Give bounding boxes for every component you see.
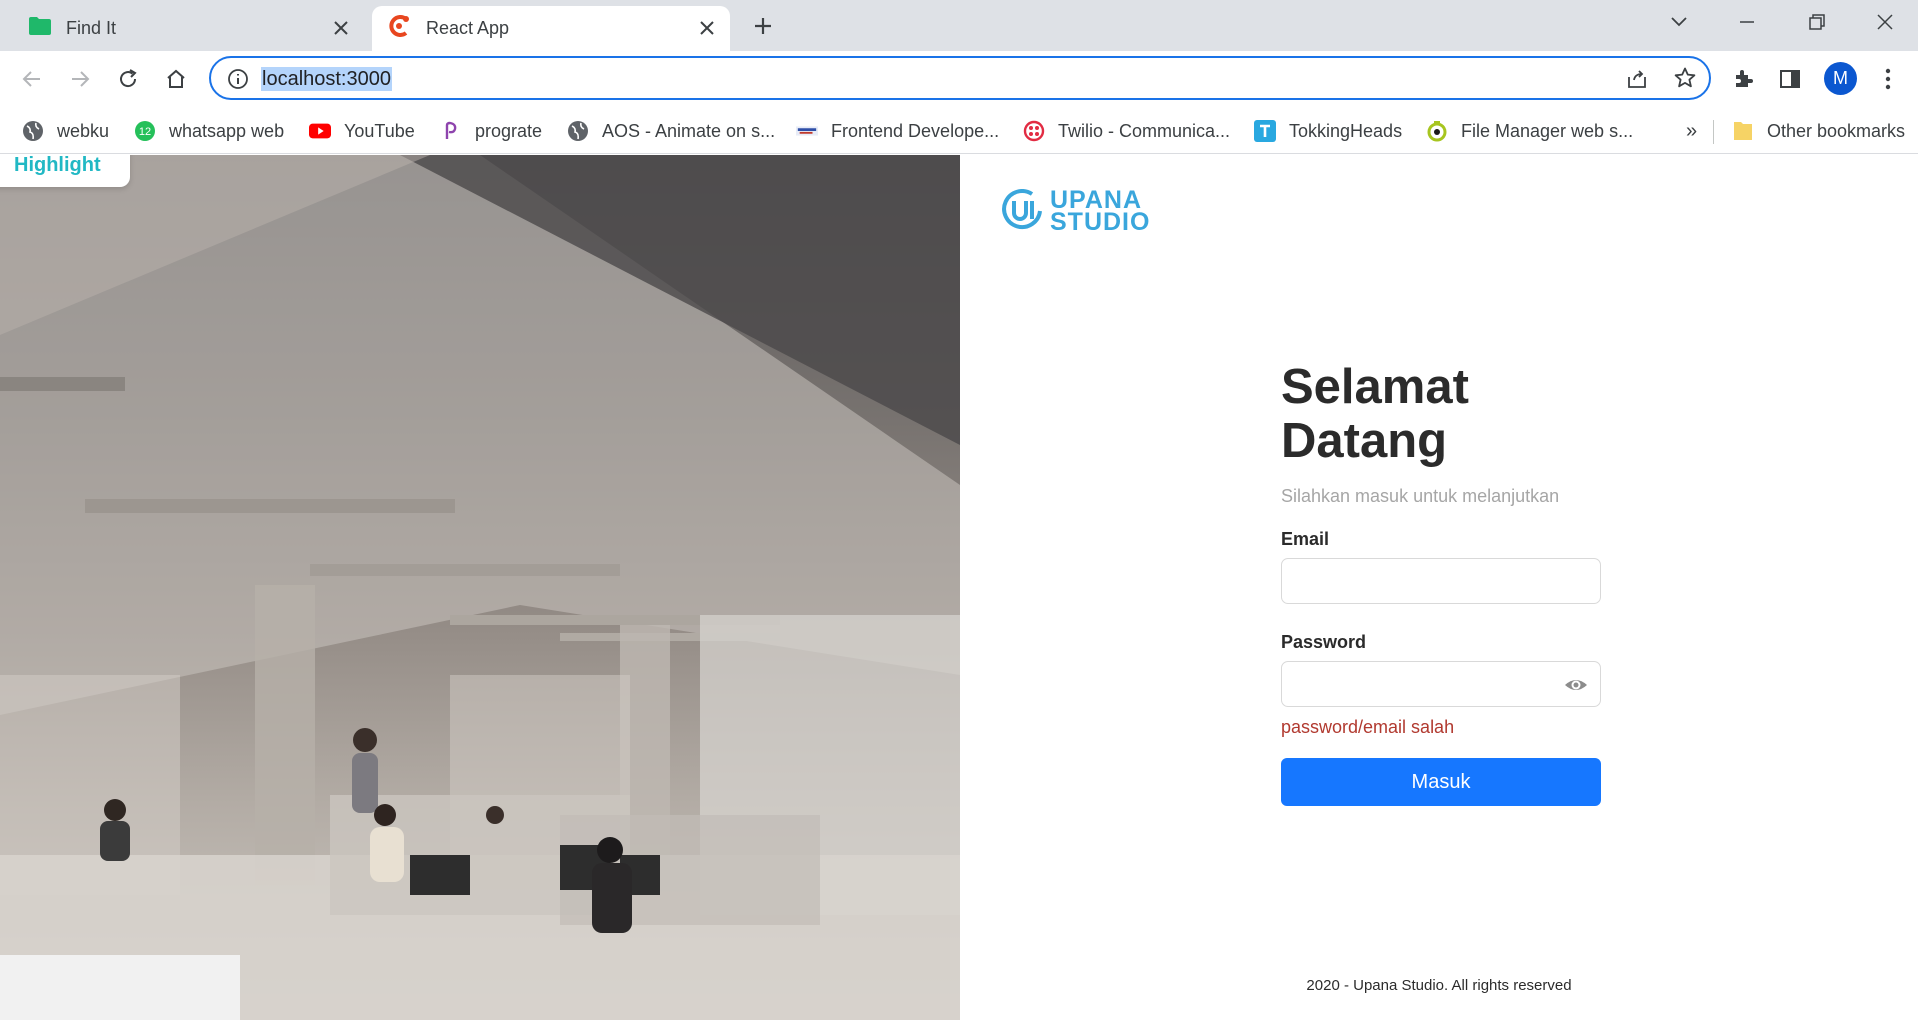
tab-strip: Find It React App [0,0,1918,51]
close-tab-icon[interactable] [330,17,352,39]
file-manager-icon [1426,120,1448,142]
page-subtitle: Silahkan masuk untuk melanjutkan [1281,486,1560,506]
extensions-icon[interactable] [1728,63,1760,95]
bookmark-prograte[interactable]: prograte [440,117,542,145]
bookmark-webku[interactable]: webku [22,117,109,145]
show-password-eye-icon[interactable] [1564,674,1588,696]
globe-icon [567,120,589,142]
page-viewport: Highlight UPANA STUDIO Selamat Datang Si… [0,155,1918,1020]
upana-logo-icon [1002,189,1042,229]
side-panel-icon[interactable] [1774,63,1806,95]
new-tab-button[interactable] [748,11,778,41]
menu-kebab-icon[interactable] [1872,63,1904,95]
folder-icon [1732,120,1754,142]
profile-avatar[interactable]: M [1824,62,1857,95]
password-field-wrapper [1281,661,1601,707]
login-error-message: password/email salah [1281,717,1455,737]
tab-react-app[interactable]: React App [372,6,730,51]
twilio-icon [1023,120,1045,142]
bookmarks-divider [1713,120,1714,144]
bookmark-aos[interactable]: AOS - Animate on s... [567,117,775,145]
highlight-label: Highlight [14,155,101,176]
address-text[interactable]: localhost:3000 [261,67,392,91]
site-icon [796,120,818,142]
browser-toolbar: localhost:3000 M [0,51,1918,106]
bookmark-youtube[interactable]: YouTube [309,117,415,145]
logo-wordmark: UPANA STUDIO [1050,186,1151,236]
address-bar[interactable]: localhost:3000 [209,56,1711,100]
bookmark-tokkingheads[interactable]: TokkingHeads [1254,117,1402,145]
bookmarks-overflow-button[interactable]: » [1686,117,1697,145]
highlight-chip[interactable]: Highlight [0,155,130,187]
page-title: Selamat Datang [1281,360,1469,468]
password-field[interactable] [1282,662,1600,706]
login-form: Selamat Datang Silahkan masuk untuk mela… [1281,360,1601,806]
login-submit-button[interactable]: Masuk [1281,758,1601,806]
tab-title: Find It [66,18,117,38]
reload-icon[interactable] [112,63,144,95]
bookmark-frontend-developer[interactable]: Frontend Develope... [796,117,999,145]
svg-text:12: 12 [139,126,151,138]
login-panel: UPANA STUDIO Selamat Datang Silahkan mas… [960,155,1918,1020]
email-field[interactable] [1282,559,1600,603]
bookmarks-bar: webku 12 whatsapp web YouTube prograte A… [0,106,1918,154]
tab-find-it[interactable]: Find It [14,6,364,51]
upana-studio-logo: UPANA STUDIO [1002,186,1151,236]
globe-icon [22,120,44,142]
email-field-wrapper [1281,558,1601,604]
page-footer: 2020 - Upana Studio. All rights reserved [1306,977,1572,994]
home-icon[interactable] [160,63,192,95]
tab-title: React App [426,18,510,38]
office-hero-image: Highlight [0,155,960,1020]
minimize-icon[interactable] [1724,8,1770,36]
email-label: Email [1281,529,1330,549]
back-icon[interactable] [16,63,48,95]
site-info-icon[interactable] [227,68,249,90]
react-app-icon [386,13,412,44]
other-bookmarks[interactable]: Other bookmarks [1732,117,1905,145]
bookmark-twilio[interactable]: Twilio - Communica... [1023,117,1230,145]
bookmark-star-icon[interactable] [1673,66,1697,95]
forward-icon[interactable] [64,63,96,95]
youtube-icon [309,120,331,142]
password-label: Password [1281,632,1367,652]
whatsapp-icon: 12 [134,120,156,142]
close-window-icon[interactable] [1862,8,1908,36]
restore-icon[interactable] [1794,8,1840,36]
tokkingheads-icon [1254,120,1276,142]
close-tab-icon[interactable] [696,17,718,39]
share-icon[interactable] [1625,67,1649,96]
tab-search-icon[interactable] [1656,8,1702,36]
bookmark-whatsapp-web[interactable]: 12 whatsapp web [134,117,284,145]
folder-icon [28,16,52,41]
prograte-icon [440,120,462,142]
bookmark-file-manager[interactable]: File Manager web s... [1426,117,1633,145]
